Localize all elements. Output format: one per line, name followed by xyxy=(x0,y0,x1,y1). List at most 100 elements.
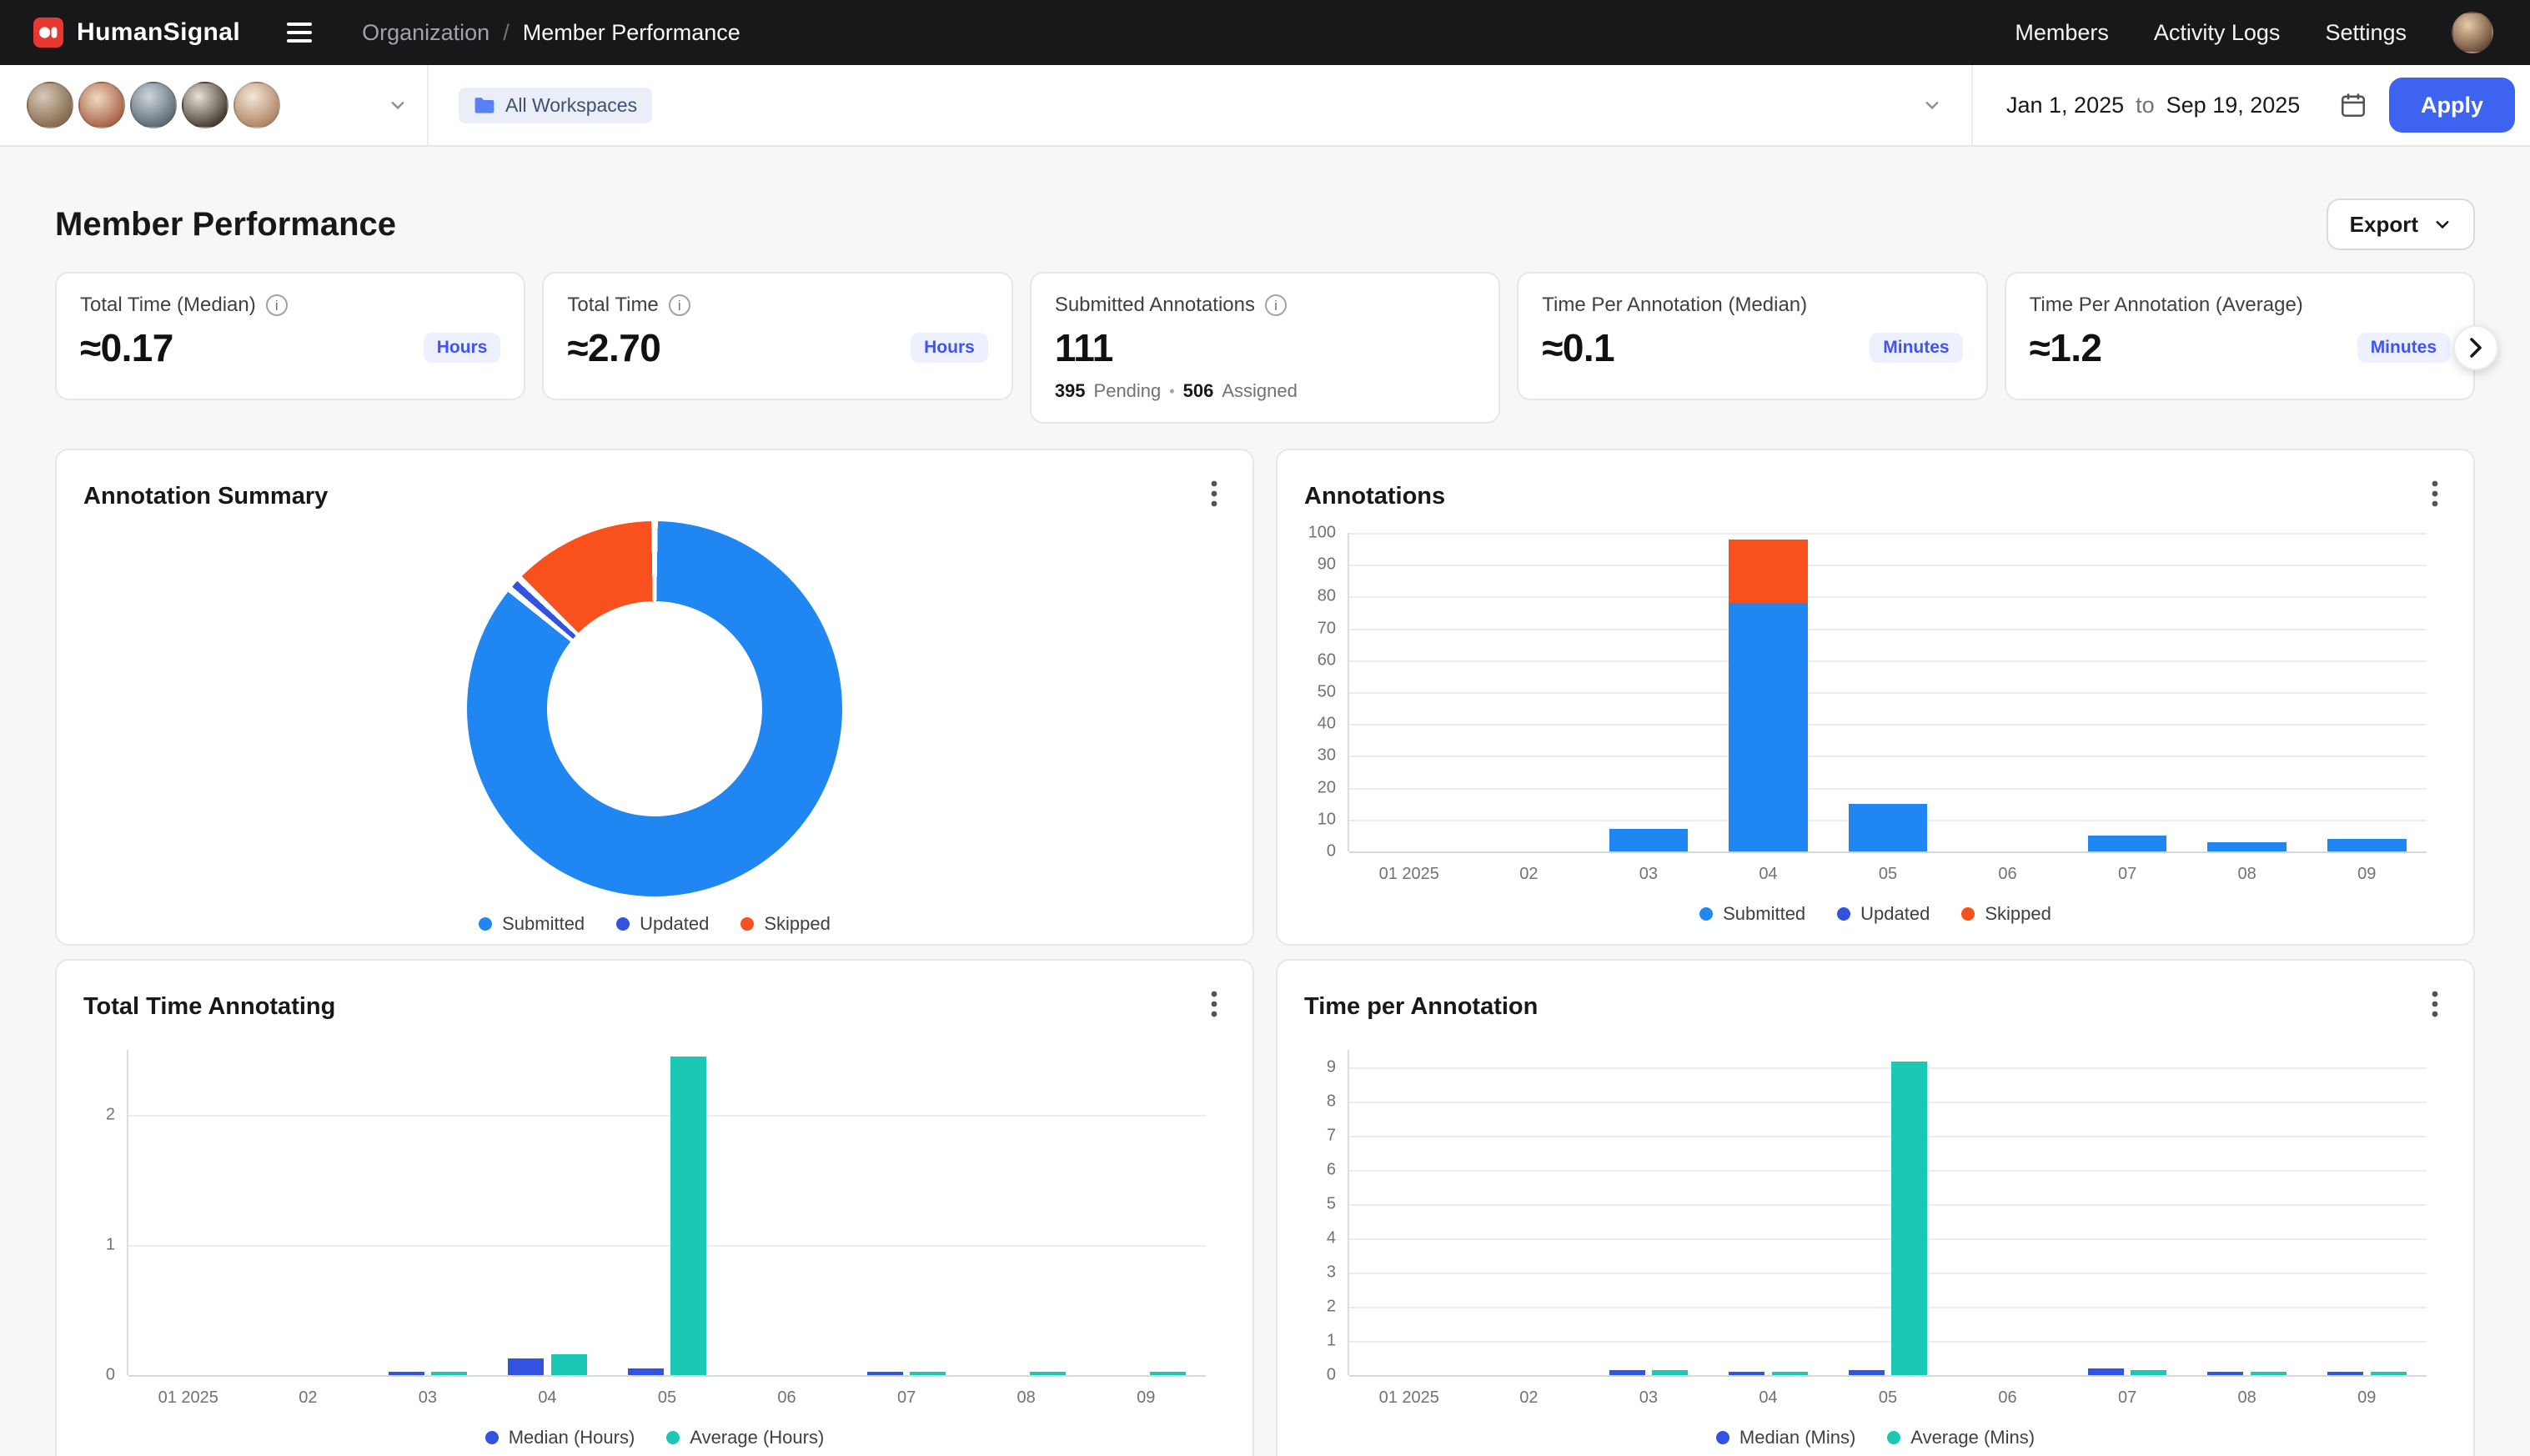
bar[interactable] xyxy=(1772,1372,1808,1375)
bar[interactable] xyxy=(1609,1370,1645,1375)
carousel-next-button[interactable] xyxy=(2453,325,2498,370)
legend-item[interactable]: Updated xyxy=(1837,903,1930,925)
stat-label: Submitted Annotations xyxy=(1055,294,1255,317)
stat-label: Total Time (Median) xyxy=(80,294,256,317)
info-icon[interactable]: i xyxy=(266,294,288,316)
gridline xyxy=(1349,1238,2427,1240)
workspace-select[interactable]: All Workspaces xyxy=(429,65,1973,145)
bar[interactable] xyxy=(2207,1372,2243,1375)
bar[interactable] xyxy=(2251,1372,2287,1375)
bar[interactable] xyxy=(389,1372,424,1375)
chart-legend: Submitted Updated Skipped xyxy=(83,913,1226,935)
workspace-chip[interactable]: All Workspaces xyxy=(459,88,652,123)
legend-item[interactable]: Skipped xyxy=(740,913,831,935)
bar-segment[interactable] xyxy=(1729,540,1808,603)
bar[interactable] xyxy=(431,1372,467,1375)
y-axis-label: 40 xyxy=(1318,715,1349,734)
info-icon[interactable]: i xyxy=(669,294,690,316)
legend-item[interactable]: Median (Hours) xyxy=(485,1427,635,1448)
kebab-menu-icon[interactable] xyxy=(1202,477,1226,516)
bar-segment[interactable] xyxy=(2207,842,2287,851)
bar[interactable] xyxy=(628,1368,664,1375)
bar[interactable] xyxy=(551,1354,587,1375)
chart-legend: Median (Mins) Average (Mins) xyxy=(1304,1427,2447,1448)
bar-segment[interactable] xyxy=(1609,829,1689,851)
y-axis-label: 3 xyxy=(1327,1263,1349,1282)
legend-item[interactable]: Average (Mins) xyxy=(1887,1427,2035,1448)
bar[interactable] xyxy=(2131,1370,2166,1375)
bar[interactable] xyxy=(2327,1372,2363,1375)
legend-item[interactable]: Submitted xyxy=(479,913,585,935)
date-from[interactable]: Jan 1, 2025 xyxy=(2006,93,2124,118)
annotation-summary-chart: Submitted Updated Skipped xyxy=(83,521,1226,935)
bar[interactable] xyxy=(508,1358,544,1375)
y-axis-label: 0 xyxy=(106,1366,128,1385)
bar[interactable] xyxy=(1652,1370,1688,1375)
bar[interactable] xyxy=(910,1372,946,1375)
unit-badge: Minutes xyxy=(1870,333,1962,363)
nav-activity-logs[interactable]: Activity Logs xyxy=(2154,20,2281,46)
nav-members[interactable]: Members xyxy=(2015,20,2109,46)
bar[interactable] xyxy=(867,1372,903,1375)
bar[interactable] xyxy=(670,1057,706,1375)
x-axis-label: 07 xyxy=(2118,1388,2136,1408)
user-avatar[interactable] xyxy=(2452,12,2493,53)
stat-card-submitted-annotations: Submitted Annotations i 111 395 Pending … xyxy=(1030,272,1500,424)
chevron-down-icon xyxy=(389,90,407,121)
bar[interactable] xyxy=(1030,1372,1066,1375)
bar-segment[interactable] xyxy=(2327,839,2407,851)
stat-substats: 395 Pending • 506 Assigned xyxy=(1055,380,1475,402)
kebab-menu-icon[interactable] xyxy=(1202,987,1226,1027)
bar[interactable] xyxy=(1891,1062,1927,1375)
gridline xyxy=(1349,1375,2427,1377)
export-button[interactable]: Export xyxy=(2327,198,2475,250)
date-to[interactable]: Sep 19, 2025 xyxy=(2166,93,2301,118)
export-label: Export xyxy=(2350,212,2418,238)
bar[interactable] xyxy=(1849,1370,1885,1375)
bar-segment[interactable] xyxy=(1849,804,1928,851)
calendar-icon[interactable] xyxy=(2339,91,2367,119)
x-axis-label: 09 xyxy=(2357,1388,2376,1408)
x-axis-label: 01 2025 xyxy=(1379,865,1439,884)
member-avatar xyxy=(233,82,280,128)
bar[interactable] xyxy=(1150,1372,1186,1375)
bar-segment[interactable] xyxy=(2088,836,2167,851)
y-axis-label: 60 xyxy=(1318,650,1349,670)
legend-dot xyxy=(616,917,630,931)
x-axis-label: 06 xyxy=(1998,865,2016,884)
legend-item[interactable]: Skipped xyxy=(1961,903,2051,925)
y-axis-label: 20 xyxy=(1318,778,1349,797)
donut-chart[interactable] xyxy=(467,521,842,896)
kebab-menu-icon[interactable] xyxy=(2423,987,2447,1027)
menu-icon[interactable] xyxy=(280,16,319,49)
annotation-summary-card: Annotation Summary SubmittedUpdatedSkipp… xyxy=(55,449,1254,946)
stat-label: Time Per Annotation (Average) xyxy=(2030,294,2303,317)
legend-dot xyxy=(1699,907,1713,921)
x-axis-label: 09 xyxy=(1137,1388,1155,1408)
legend-dot xyxy=(1837,907,1850,921)
bar[interactable] xyxy=(2371,1372,2407,1375)
donut-hole xyxy=(547,601,762,816)
total-time-annotating-card: Total Time Annotating 01201 202502030405… xyxy=(55,959,1254,1456)
legend-item[interactable]: Updated xyxy=(616,913,709,935)
nav-settings[interactable]: Settings xyxy=(2325,20,2407,46)
kebab-menu-icon[interactable] xyxy=(2423,477,2447,516)
humansignal-logo-icon[interactable] xyxy=(33,18,63,48)
members-filter-select[interactable] xyxy=(0,65,429,145)
member-avatar xyxy=(27,82,73,128)
info-icon[interactable]: i xyxy=(1265,294,1287,316)
legend-dot xyxy=(1961,907,1975,921)
legend-item[interactable]: Submitted xyxy=(1699,903,1805,925)
bar[interactable] xyxy=(1729,1372,1764,1375)
legend-item[interactable]: Average (Hours) xyxy=(666,1427,824,1448)
apply-button[interactable]: Apply xyxy=(2389,78,2515,133)
x-axis-label: 05 xyxy=(1879,865,1897,884)
bar-segment[interactable] xyxy=(1729,603,1808,851)
breadcrumb-separator: / xyxy=(503,20,510,46)
legend-dot xyxy=(1887,1431,1900,1444)
breadcrumb-organization[interactable]: Organization xyxy=(362,20,489,46)
x-axis-label: 08 xyxy=(2238,1388,2256,1408)
x-axis-label: 08 xyxy=(1017,1388,1036,1408)
legend-item[interactable]: Median (Mins) xyxy=(1716,1427,1855,1448)
bar[interactable] xyxy=(2088,1368,2124,1375)
